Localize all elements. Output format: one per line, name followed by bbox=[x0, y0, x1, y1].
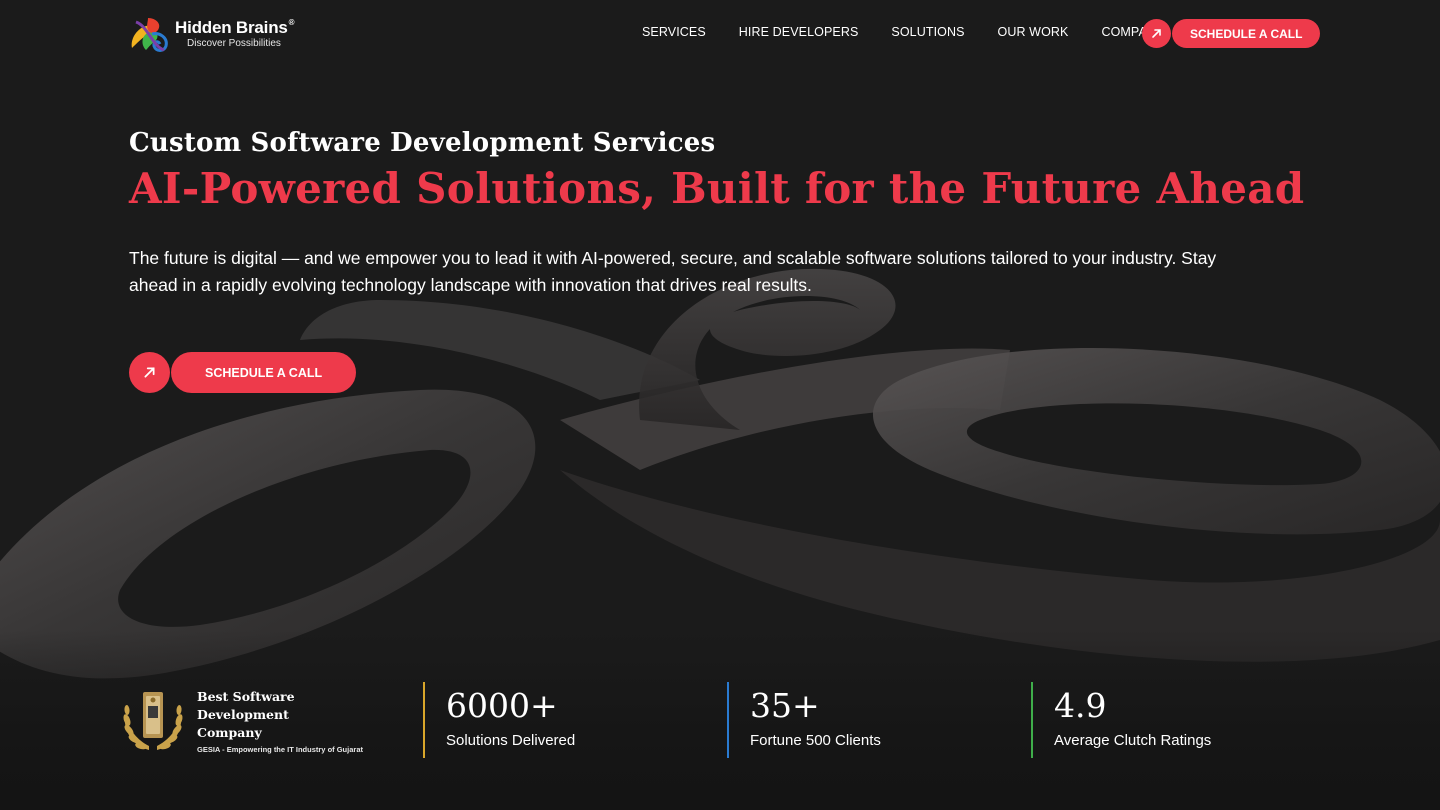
site-header: Hidden Brains® Discover Possibilities SE… bbox=[0, 0, 1440, 66]
registered-mark: ® bbox=[288, 18, 295, 27]
stat-label: Average Clutch Ratings bbox=[1054, 732, 1212, 749]
stat-clutch-ratings: 4.9 Average Clutch Ratings bbox=[1031, 682, 1211, 758]
award-badge-block: Best Software Development Company GESIA … bbox=[119, 686, 363, 756]
arrow-up-right-icon[interactable] bbox=[1142, 19, 1171, 48]
hero-title: AI-Powered Solutions, Built for the Futu… bbox=[129, 164, 1305, 213]
stat-value: 6000+ bbox=[446, 686, 558, 725]
main-navigation: SERVICES HIRE DEVELOPERS SOLUTIONS OUR W… bbox=[642, 25, 1164, 39]
nav-item-solutions[interactable]: SOLUTIONS bbox=[891, 25, 964, 39]
stat-label: Fortune 500 Clients bbox=[750, 732, 881, 749]
brand-tagline: Discover Possibilities bbox=[187, 38, 281, 49]
hero-schedule-call-label[interactable]: SCHEDULE A CALL bbox=[171, 352, 357, 393]
hero-schedule-call-button[interactable]: SCHEDULE A CALL bbox=[129, 352, 357, 393]
arrow-up-right-icon[interactable] bbox=[129, 352, 170, 393]
stat-fortune-500-clients: 35+ Fortune 500 Clients bbox=[727, 682, 881, 758]
brand-name: Hidden Brains® bbox=[175, 18, 295, 37]
nav-item-services[interactable]: SERVICES bbox=[642, 25, 706, 39]
hero-section: Custom Software Development Services AI-… bbox=[129, 128, 1309, 299]
award-title: Best Software Development Company bbox=[197, 689, 295, 740]
hero-description: The future is digital — and we empower y… bbox=[129, 248, 1217, 295]
award-subtitle: GESIA - Empowering the IT Industry of Gu… bbox=[197, 745, 363, 754]
hero-subtitle: Custom Software Development Services bbox=[129, 128, 716, 158]
header-schedule-call-label[interactable]: SCHEDULE A CALL bbox=[1172, 19, 1321, 48]
nav-item-hire-developers[interactable]: HIRE DEVELOPERS bbox=[739, 25, 859, 39]
header-schedule-call-button[interactable]: SCHEDULE A CALL bbox=[1142, 19, 1321, 48]
laurel-award-icon bbox=[123, 692, 183, 750]
nav-item-our-work[interactable]: OUR WORK bbox=[998, 25, 1069, 39]
hidden-brains-logo-icon bbox=[131, 18, 168, 52]
stat-label: Solutions Delivered bbox=[446, 732, 576, 749]
stat-value: 35+ bbox=[750, 686, 820, 725]
stat-solutions-delivered: 6000+ Solutions Delivered bbox=[423, 682, 575, 758]
stat-value: 4.9 bbox=[1054, 686, 1107, 725]
brand-logo[interactable]: Hidden Brains® Discover Possibilities bbox=[128, 14, 295, 54]
